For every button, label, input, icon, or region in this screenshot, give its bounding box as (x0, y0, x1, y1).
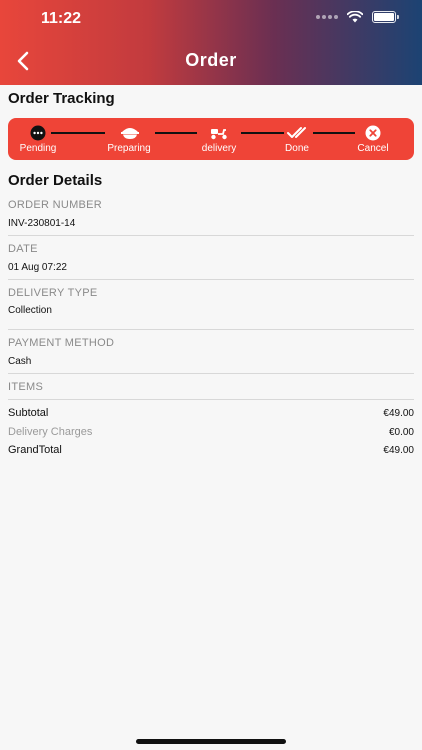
home-indicator[interactable] (136, 739, 286, 744)
wifi-icon (347, 11, 363, 23)
order-number-value: INV-230801-14 (8, 218, 76, 229)
divider (8, 235, 414, 236)
subtotal-value: €49.00 (383, 408, 414, 419)
divider (8, 373, 414, 374)
delivery-type-label: DELIVERY TYPE (8, 287, 98, 299)
scooter-icon (211, 129, 227, 140)
tracking-connector (51, 132, 105, 134)
double-check-icon (287, 127, 306, 138)
step-label-pending: Pending (19, 143, 57, 154)
date-label: DATE (8, 243, 38, 255)
status-icons (316, 11, 399, 23)
delivery-type-value: Collection (8, 305, 52, 316)
subtotal-label: Subtotal (8, 407, 49, 419)
order-details-heading: Order Details (8, 172, 103, 189)
order-tracking-heading: Order Tracking (8, 90, 115, 107)
tracking-connector (313, 132, 355, 134)
tracking-connector (155, 132, 197, 134)
battery-icon (372, 11, 399, 23)
step-label-delivery: delivery (201, 143, 237, 154)
cooking-pot-icon (121, 128, 139, 139)
tracking-connector (241, 132, 284, 134)
date-value: 01 Aug 07:22 (8, 262, 67, 273)
signal-icon (316, 15, 338, 19)
order-number-label: ORDER NUMBER (8, 199, 103, 211)
payment-method-label: PAYMENT METHOD (8, 337, 115, 349)
grand-total-value: €49.00 (383, 445, 414, 456)
payment-method-value: Cash (8, 356, 32, 367)
divider (8, 329, 414, 330)
status-time: 11:22 (41, 10, 82, 27)
grand-total-label: GrandTotal (8, 444, 62, 456)
items-label: ITEMS (8, 381, 44, 393)
delivery-charges-value: €0.00 (388, 427, 414, 438)
more-dots-icon (30, 125, 46, 141)
divider (8, 399, 414, 400)
delivery-charges-label: Delivery Charges (8, 426, 93, 438)
page-title: Order (185, 50, 237, 70)
step-label-cancel: Cancel (357, 143, 389, 154)
divider (8, 279, 414, 280)
app-header: 11:22 Order (0, 0, 422, 85)
step-label-preparing: Preparing (107, 143, 151, 154)
step-label-done: Done (285, 143, 309, 154)
order-tracking-bar: Pending Preparing delivery Done Cancel (8, 118, 414, 160)
close-circle-icon (365, 125, 381, 141)
